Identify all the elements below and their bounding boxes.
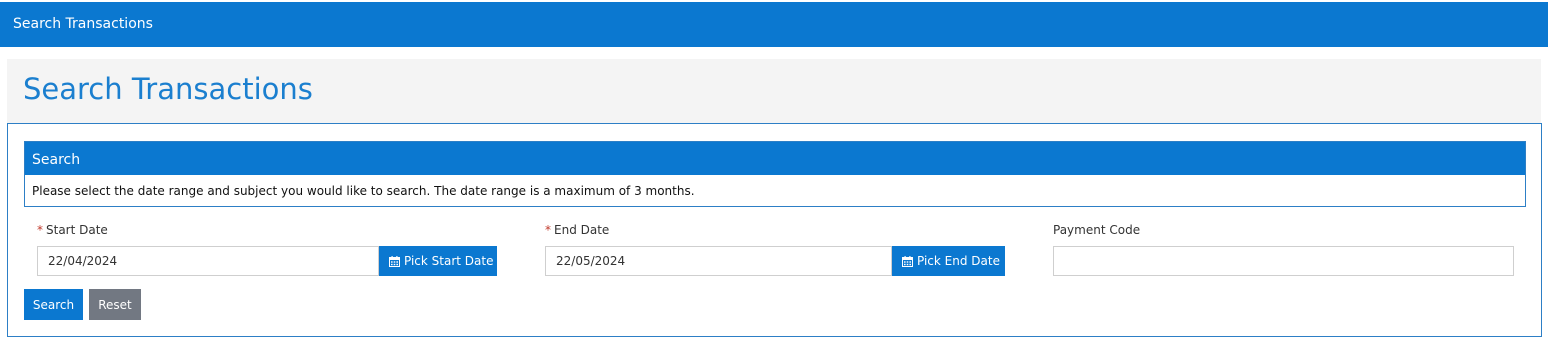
- start-date-row: Pick Start Date: [37, 246, 497, 276]
- app-title: Search Transactions: [13, 16, 153, 32]
- end-date-row: Pick End Date: [545, 246, 1005, 276]
- search-info-card: Search Please select the date range and …: [24, 141, 1526, 207]
- calendar-icon: [902, 255, 913, 267]
- start-date-label: * Start Date: [37, 222, 108, 238]
- payment-code-field: Payment Code: [1053, 222, 1514, 276]
- search-card-header: Search: [25, 142, 1525, 175]
- search-card-description: Please select the date range and subject…: [32, 184, 695, 198]
- end-date-field: * End Date 22/05/2024 Pick End Date: [545, 222, 1005, 276]
- payment-code-input[interactable]: [1053, 246, 1514, 276]
- search-panel: Search Please select the date range and …: [7, 123, 1542, 337]
- page-title: Search Transactions: [23, 72, 313, 106]
- calendar-icon: [389, 255, 400, 267]
- start-date-input[interactable]: [37, 246, 379, 276]
- payment-code-row: [1053, 246, 1514, 276]
- pick-start-date-label: Pick Start Date: [404, 254, 494, 268]
- pick-end-date-button[interactable]: Pick End Date: [892, 246, 1005, 276]
- required-marker: *: [545, 223, 551, 237]
- required-marker: *: [37, 223, 43, 237]
- payment-code-label: Payment Code: [1053, 223, 1141, 237]
- end-date-label: * End Date: [545, 222, 609, 238]
- end-date-label-text: End Date: [554, 223, 610, 237]
- search-button[interactable]: Search: [24, 289, 83, 320]
- page-header: Search Transactions: [7, 59, 1541, 125]
- start-date-field: * Start Date 22/04/2024 Pick Start Date: [37, 222, 497, 276]
- end-date-input[interactable]: [545, 246, 892, 276]
- top-bar: Search Transactions: [0, 0, 1548, 47]
- reset-button[interactable]: Reset: [89, 289, 141, 320]
- pick-start-date-button[interactable]: Pick Start Date: [379, 246, 497, 276]
- start-date-label-text: Start Date: [46, 223, 108, 237]
- pick-end-date-label: Pick End Date: [917, 254, 1000, 268]
